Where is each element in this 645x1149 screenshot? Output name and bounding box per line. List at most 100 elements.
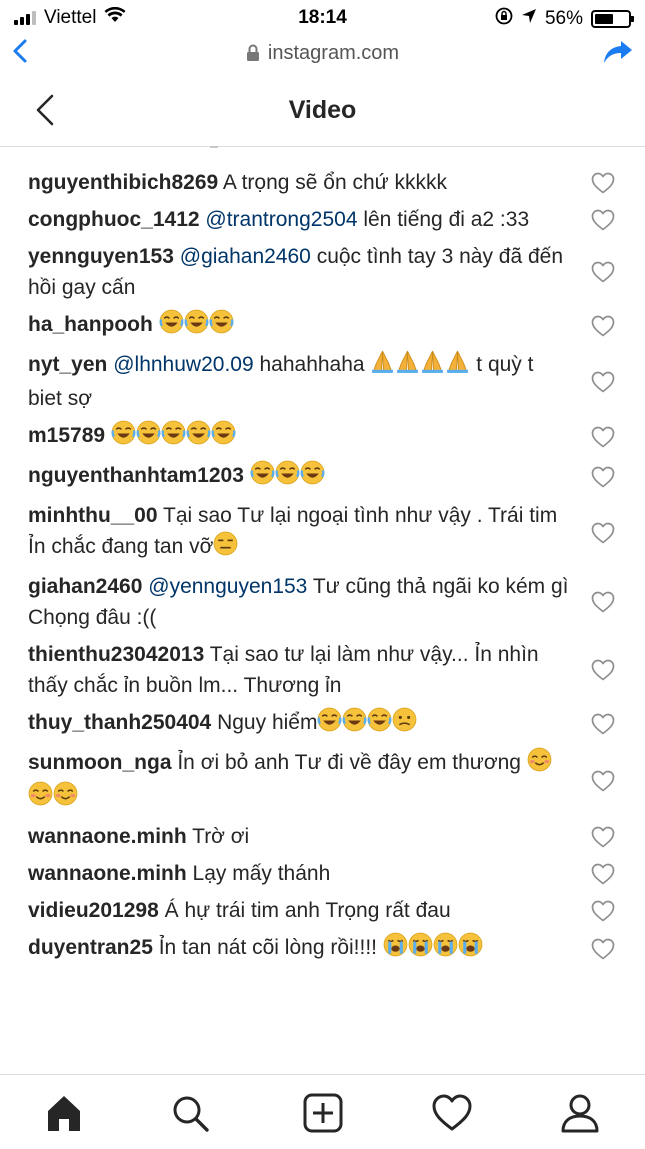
like-heart-icon[interactable] [591,371,615,393]
comment-text: wannaone.minh Lạy mấy thánh [28,858,573,889]
like-heart-icon[interactable] [591,863,615,885]
comment-username[interactable]: duyentran25 [28,936,153,959]
activity-tab[interactable] [430,1091,474,1135]
like-heart-icon[interactable] [591,938,615,960]
home-tab[interactable] [42,1091,86,1135]
comment-body: hahahhaha [253,353,371,376]
sob-emoji-icon [433,932,458,966]
comment-body: A trọng sẽ ổn chứ kkkkk [218,171,448,194]
joy-emoji-icon [184,309,209,343]
like-heart-icon[interactable] [591,591,615,613]
pray-emoji-icon [445,349,470,383]
url-display[interactable]: instagram.com [0,42,645,68]
like-heart-icon[interactable] [591,900,615,922]
comment-item: nyt_yen @lhnhuw20.09 hahahhaha t quỳ t b… [0,346,645,417]
comment-username[interactable]: congphuoc_1412 [28,208,200,231]
share-button[interactable] [603,39,633,70]
comment-item: sunmoon_nga Ỉn ơi bỏ anh Tư đi về đây em… [0,744,645,818]
like-heart-icon[interactable] [591,426,615,448]
mention-link[interactable]: @lhnhuw20.09 [113,353,253,376]
mention-link[interactable]: @giahan2460 [180,245,311,268]
comments-list: nguyenthibich8269 A trọng sẽ ổn chứ kkkk… [0,164,645,969]
like-heart-icon[interactable] [591,261,615,283]
like-heart-icon[interactable] [591,315,615,337]
profile-tab[interactable] [558,1091,602,1135]
comment-username[interactable]: nguyenthanhtam1203 [28,464,244,487]
comment-text: giahan2460 @yennguyen153 Tư cũng thả ngã… [28,571,573,633]
sob-emoji-icon [458,932,483,966]
comment-username[interactable]: thuy_thanh250404 [28,711,211,734]
comment-item: giahan2460 @yennguyen153 Tư cũng thả ngã… [0,568,645,636]
comment-username[interactable]: sunmoon_nga [28,751,172,774]
comment-item: thuy_thanh250404 Nguy hiểm [0,704,645,744]
comment-body: Trờ ơi [186,825,250,848]
confused-emoji-icon [392,707,417,741]
status-bar: Viettel 18:14 56% [0,0,645,36]
add-post-tab[interactable] [301,1091,345,1135]
like-heart-icon[interactable] [591,209,615,231]
comment-body: Á hự trái tim anh Trọng rất đau [158,899,451,922]
sob-emoji-icon [408,932,433,966]
comment-item: minhthu__00 Tại sao Tư lại ngoại tình nh… [0,497,645,568]
like-heart-icon[interactable] [591,826,615,848]
comment-username[interactable]: ha_hanpooh [28,313,153,336]
comment-item: nguyenthanhtam1203 [0,457,645,497]
comment-text: ha_hanpooh [28,309,573,343]
comment-username[interactable]: thienthu23042013 [28,643,204,666]
comment-username[interactable]: vidieu201298 [28,899,159,922]
comment-text: duyentran25 Ỉn tan nát cõi lòng rồi!!!! [28,932,573,966]
like-heart-icon[interactable] [591,659,615,681]
joy-emoji-icon [300,460,325,494]
comment-item: yennguyen153 @giahan2460 cuộc tình tay 3… [0,238,645,306]
pray-emoji-icon [420,349,445,383]
comment-item: ha_hanpooh [0,306,645,346]
comment-username[interactable]: wannaone.minh [28,862,187,885]
joy-emoji-icon [209,309,234,343]
like-heart-icon[interactable] [591,522,615,544]
joy-emoji-icon [275,460,300,494]
location-arrow-icon [521,8,537,30]
comment-text: minhthu__00 Tại sao Tư lại ngoại tình nh… [28,500,573,565]
comment-item: thienthu23042013 Tại sao tư lại làm như … [0,636,645,704]
battery-icon [591,10,634,28]
comment-body: Nguy hiểm [211,711,318,734]
comment-item: wannaone.minh Lạy mấy thánh [0,855,645,892]
comment-username[interactable]: yennguyen153 [28,245,174,268]
like-heart-icon[interactable] [591,466,615,488]
joy-emoji-icon [250,460,275,494]
home-icon [48,1096,80,1131]
comment-username[interactable]: m15789 [28,424,105,447]
joy-emoji-icon [317,707,342,741]
mention-link[interactable]: @yennguyen153 [148,575,307,598]
comment-username[interactable]: wannaone.minh [28,825,187,848]
page-header: Video [0,74,645,147]
comment-text: nguyenthibich8269 A trọng sẽ ổn chứ kkkk… [28,167,573,198]
page-title: Video [288,96,357,124]
comment-username[interactable]: minhthu__00 [28,504,158,527]
blush-emoji-icon [527,747,552,781]
person-icon [561,1094,599,1133]
status-right: 56% [495,7,634,31]
search-tab[interactable] [168,1091,212,1135]
joy-emoji-icon [161,420,186,454]
like-heart-icon[interactable] [591,172,615,194]
joy-emoji-icon [211,420,236,454]
joy-emoji-icon [186,420,211,454]
orientation-lock-icon [495,7,513,31]
comment-item: nguyenthibich8269 A trọng sẽ ổn chứ kkkk… [0,164,645,201]
comment-text: sunmoon_nga Ỉn ơi bỏ anh Tư đi về đây em… [28,747,573,815]
bottom-tab-bar [0,1074,645,1149]
scroll-indicator [210,146,218,148]
like-heart-icon[interactable] [591,770,615,792]
like-heart-icon[interactable] [591,713,615,735]
comment-item: vidieu201298 Á hự trái tim anh Trọng rất… [0,892,645,929]
comment-text: vidieu201298 Á hự trái tim anh Trọng rất… [28,895,573,926]
pray-emoji-icon [395,349,420,383]
comment-username[interactable]: nguyenthibich8269 [28,171,218,194]
comment-text: thuy_thanh250404 Nguy hiểm [28,707,573,741]
heart-icon [432,1094,472,1131]
comment-body: Ỉn tan nát cõi lòng rồi!!!! [152,936,383,959]
mention-link[interactable]: @trantrong2504 [205,208,357,231]
comment-username[interactable]: nyt_yen [28,353,107,376]
comment-username[interactable]: giahan2460 [28,575,142,598]
